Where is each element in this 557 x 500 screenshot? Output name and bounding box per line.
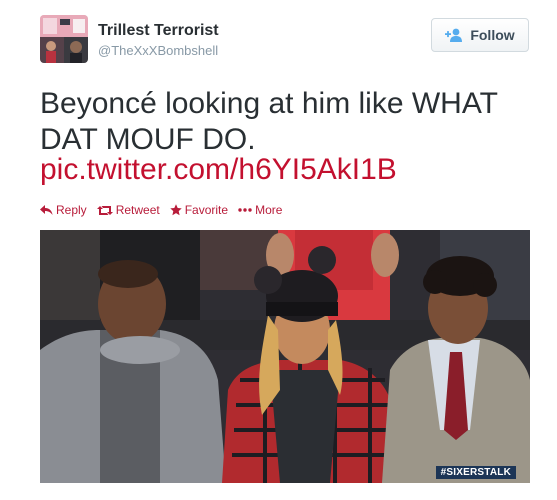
- retweet-label: Retweet: [115, 203, 160, 217]
- tweet-photo[interactable]: #SIXERSTALK: [40, 230, 530, 483]
- display-name[interactable]: Trillest Terrorist: [98, 22, 219, 40]
- tweet-text: Beyoncé looking at him like WHAT DAT MOU…: [40, 87, 498, 156]
- reply-icon: [40, 204, 53, 215]
- profile-photo-collage: [40, 15, 88, 63]
- more-action[interactable]: More: [238, 203, 282, 217]
- retweet-icon: [96, 205, 113, 215]
- follow-button[interactable]: Follow: [431, 18, 529, 52]
- tweet-media-link[interactable]: pic.twitter.com/h6YI5AkI1B: [40, 152, 397, 188]
- avatar[interactable]: [40, 15, 88, 63]
- follow-button-label: Follow: [470, 27, 515, 43]
- more-dots-icon: [238, 208, 252, 212]
- star-icon: [170, 204, 182, 216]
- retweet-action[interactable]: Retweet: [96, 203, 160, 217]
- reply-action[interactable]: Reply: [40, 203, 87, 217]
- tweet-actions: Reply Retweet Favorite More: [40, 203, 282, 217]
- tweet-card: Trillest Terrorist @TheXxXBombshell Foll…: [0, 0, 557, 500]
- favorite-action[interactable]: Favorite: [170, 203, 228, 217]
- more-label: More: [255, 203, 283, 217]
- photo-watermark: #SIXERSTALK: [435, 466, 516, 479]
- favorite-label: Favorite: [184, 203, 229, 217]
- reply-label: Reply: [56, 203, 87, 217]
- add-user-icon: [445, 28, 463, 42]
- screen-name[interactable]: @TheXxXBombshell: [98, 43, 218, 58]
- courtside-photo: [40, 230, 530, 483]
